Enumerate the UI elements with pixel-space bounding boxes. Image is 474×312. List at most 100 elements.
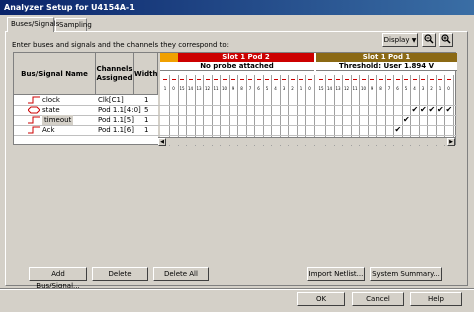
signal-icon bbox=[28, 116, 40, 124]
tab-sampling[interactable]: Sampling bbox=[55, 18, 92, 32]
channel-marker-icon bbox=[412, 79, 417, 80]
ok-button[interactable]: OK bbox=[297, 292, 345, 306]
pod2-column-number: 9 bbox=[231, 86, 235, 91]
pod2-column-number: 12 bbox=[204, 86, 211, 91]
channel-marker-icon bbox=[361, 79, 366, 80]
pod-slot1-pod2-header: Slot 1 Pod 2 bbox=[178, 53, 314, 62]
pod2-column-number: 5 bbox=[265, 86, 269, 91]
channel-marker-icon bbox=[446, 79, 451, 80]
pod2-column-number: 4 bbox=[274, 86, 277, 91]
pod2-column-number: 2 bbox=[291, 86, 294, 91]
channel-marker-icon bbox=[256, 79, 261, 80]
channel-check-icon[interactable]: ✔ bbox=[429, 105, 436, 115]
signal-icon bbox=[28, 126, 40, 134]
header-width: Width bbox=[134, 53, 158, 95]
signal-icon bbox=[28, 96, 40, 104]
channel-marker-icon bbox=[265, 79, 269, 80]
channel-check-icon[interactable]: ✔ bbox=[412, 105, 419, 115]
signal-width: 5 bbox=[144, 106, 149, 114]
table-row[interactable]: Ack Pod 1.1[6] 1 ✔ bbox=[14, 125, 457, 135]
pod2-column-number: 6 bbox=[257, 86, 260, 91]
pod2-column-number: 13 bbox=[196, 86, 202, 91]
zoom-in-icon[interactable] bbox=[439, 33, 453, 47]
pod1-column-number: 4 bbox=[413, 86, 416, 91]
pod2-column-number: 14 bbox=[187, 86, 194, 91]
pod2-column-number: 11 bbox=[213, 86, 219, 91]
pod2-column-number: 3 bbox=[282, 86, 286, 91]
delete-all-button[interactable]: Delete All bbox=[153, 267, 209, 281]
channel-marker-icon bbox=[387, 79, 391, 80]
horizontal-scrollbar[interactable]: ◀ ▶ bbox=[158, 137, 455, 146]
signal-table: Bus/Signal Name Channels Assigned Width … bbox=[13, 52, 457, 146]
signal-width: 1 bbox=[144, 126, 149, 134]
channel-marker-icon bbox=[378, 79, 383, 80]
pod1-column-number: 0 bbox=[447, 86, 450, 91]
pod1-column-number: 9 bbox=[370, 86, 374, 91]
add-bus-signal-button[interactable]: Add Bus/Signal... bbox=[29, 267, 87, 290]
import-netlist-button[interactable]: Import Netlist... bbox=[307, 267, 365, 281]
channels-assigned[interactable]: Pod 1.1[6] bbox=[98, 125, 134, 135]
channel-marker-icon bbox=[214, 79, 218, 80]
channel-check-icon[interactable]: ✔ bbox=[437, 105, 444, 115]
channel-marker-icon bbox=[231, 79, 235, 80]
channel-marker-icon bbox=[171, 79, 176, 80]
channel-marker-icon bbox=[370, 79, 374, 80]
pod2-column-number: 7 bbox=[248, 86, 252, 91]
pod1-column-number: 14 bbox=[326, 86, 333, 91]
pod1-column-number: 11 bbox=[352, 86, 358, 91]
table-row[interactable]: clock Clk[C1] 1 bbox=[14, 95, 457, 105]
divider bbox=[0, 288, 474, 290]
chevron-down-icon: ▼ bbox=[411, 37, 417, 44]
channel-check-icon[interactable]: ✔ bbox=[403, 115, 410, 125]
tab-buses-signals[interactable]: Buses/Signals bbox=[7, 17, 59, 32]
system-summary-button[interactable]: System Summary... bbox=[370, 267, 442, 281]
pod1-column-number: 8 bbox=[379, 86, 382, 91]
channel-marker-icon bbox=[421, 79, 425, 80]
channel-marker-icon bbox=[290, 79, 295, 80]
channel-marker-icon bbox=[163, 79, 167, 80]
pod1-threshold[interactable]: Threshold: User 1.894 V bbox=[316, 62, 457, 71]
signal-name[interactable]: Ack bbox=[42, 125, 55, 135]
channel-marker-icon bbox=[222, 79, 227, 80]
delete-button[interactable]: Delete bbox=[92, 267, 148, 281]
header-name: Bus/Signal Name bbox=[14, 53, 96, 95]
channel-marker-icon bbox=[353, 79, 357, 80]
pod-overflow-cell bbox=[160, 53, 178, 62]
channel-marker-icon bbox=[248, 79, 252, 80]
channel-marker-icon bbox=[438, 79, 442, 80]
pod2-status: No probe attached bbox=[160, 62, 314, 71]
channel-marker-icon bbox=[395, 79, 400, 80]
pod1-column-number: 1 bbox=[438, 86, 442, 91]
signal-name[interactable]: clock bbox=[42, 95, 60, 105]
help-button[interactable]: Help bbox=[410, 292, 462, 306]
channel-marker-icon bbox=[336, 79, 340, 80]
channels-assigned[interactable]: Pod 1.1[5] bbox=[98, 115, 134, 125]
channel-marker-icon bbox=[327, 79, 332, 80]
row-divider bbox=[14, 135, 457, 136]
display-dropdown[interactable]: Display ▼ bbox=[382, 33, 418, 47]
channel-check-icon[interactable]: ✔ bbox=[446, 105, 453, 115]
scroll-right-icon[interactable]: ▶ bbox=[447, 138, 455, 146]
channel-check-icon[interactable]: ✔ bbox=[395, 125, 402, 135]
channels-assigned[interactable]: Pod 1.1[4:0] bbox=[98, 105, 141, 115]
bus-icon bbox=[27, 106, 41, 114]
pod1-column-number: 5 bbox=[404, 86, 408, 91]
pod1-column-number: 3 bbox=[421, 86, 425, 91]
signal-name[interactable]: timeout bbox=[42, 115, 74, 125]
signal-width: 1 bbox=[144, 96, 149, 104]
pod1-column-number: 7 bbox=[387, 86, 391, 91]
cancel-button[interactable]: Cancel bbox=[352, 292, 404, 306]
pod2-column-number: 0 bbox=[308, 86, 311, 91]
channels-assigned[interactable]: Clk[C1] bbox=[98, 95, 124, 105]
pod2-column-number: 8 bbox=[240, 86, 243, 91]
pod1-column-number: 6 bbox=[396, 86, 399, 91]
signal-name[interactable]: state bbox=[42, 105, 60, 115]
signal-width: 1 bbox=[144, 116, 149, 124]
channel-marker-icon bbox=[205, 79, 210, 80]
table-row[interactable]: timeout Pod 1.1[5] 1 ✔ bbox=[14, 115, 457, 125]
scroll-left-icon[interactable]: ◀ bbox=[158, 138, 166, 146]
zoom-out-icon[interactable] bbox=[422, 33, 436, 47]
channel-marker-icon bbox=[319, 79, 323, 80]
table-row[interactable]: state Pod 1.1[4:0] 5 ✔ ✔ ✔ ✔ ✔ bbox=[14, 105, 457, 115]
channel-check-icon[interactable]: ✔ bbox=[420, 105, 427, 115]
